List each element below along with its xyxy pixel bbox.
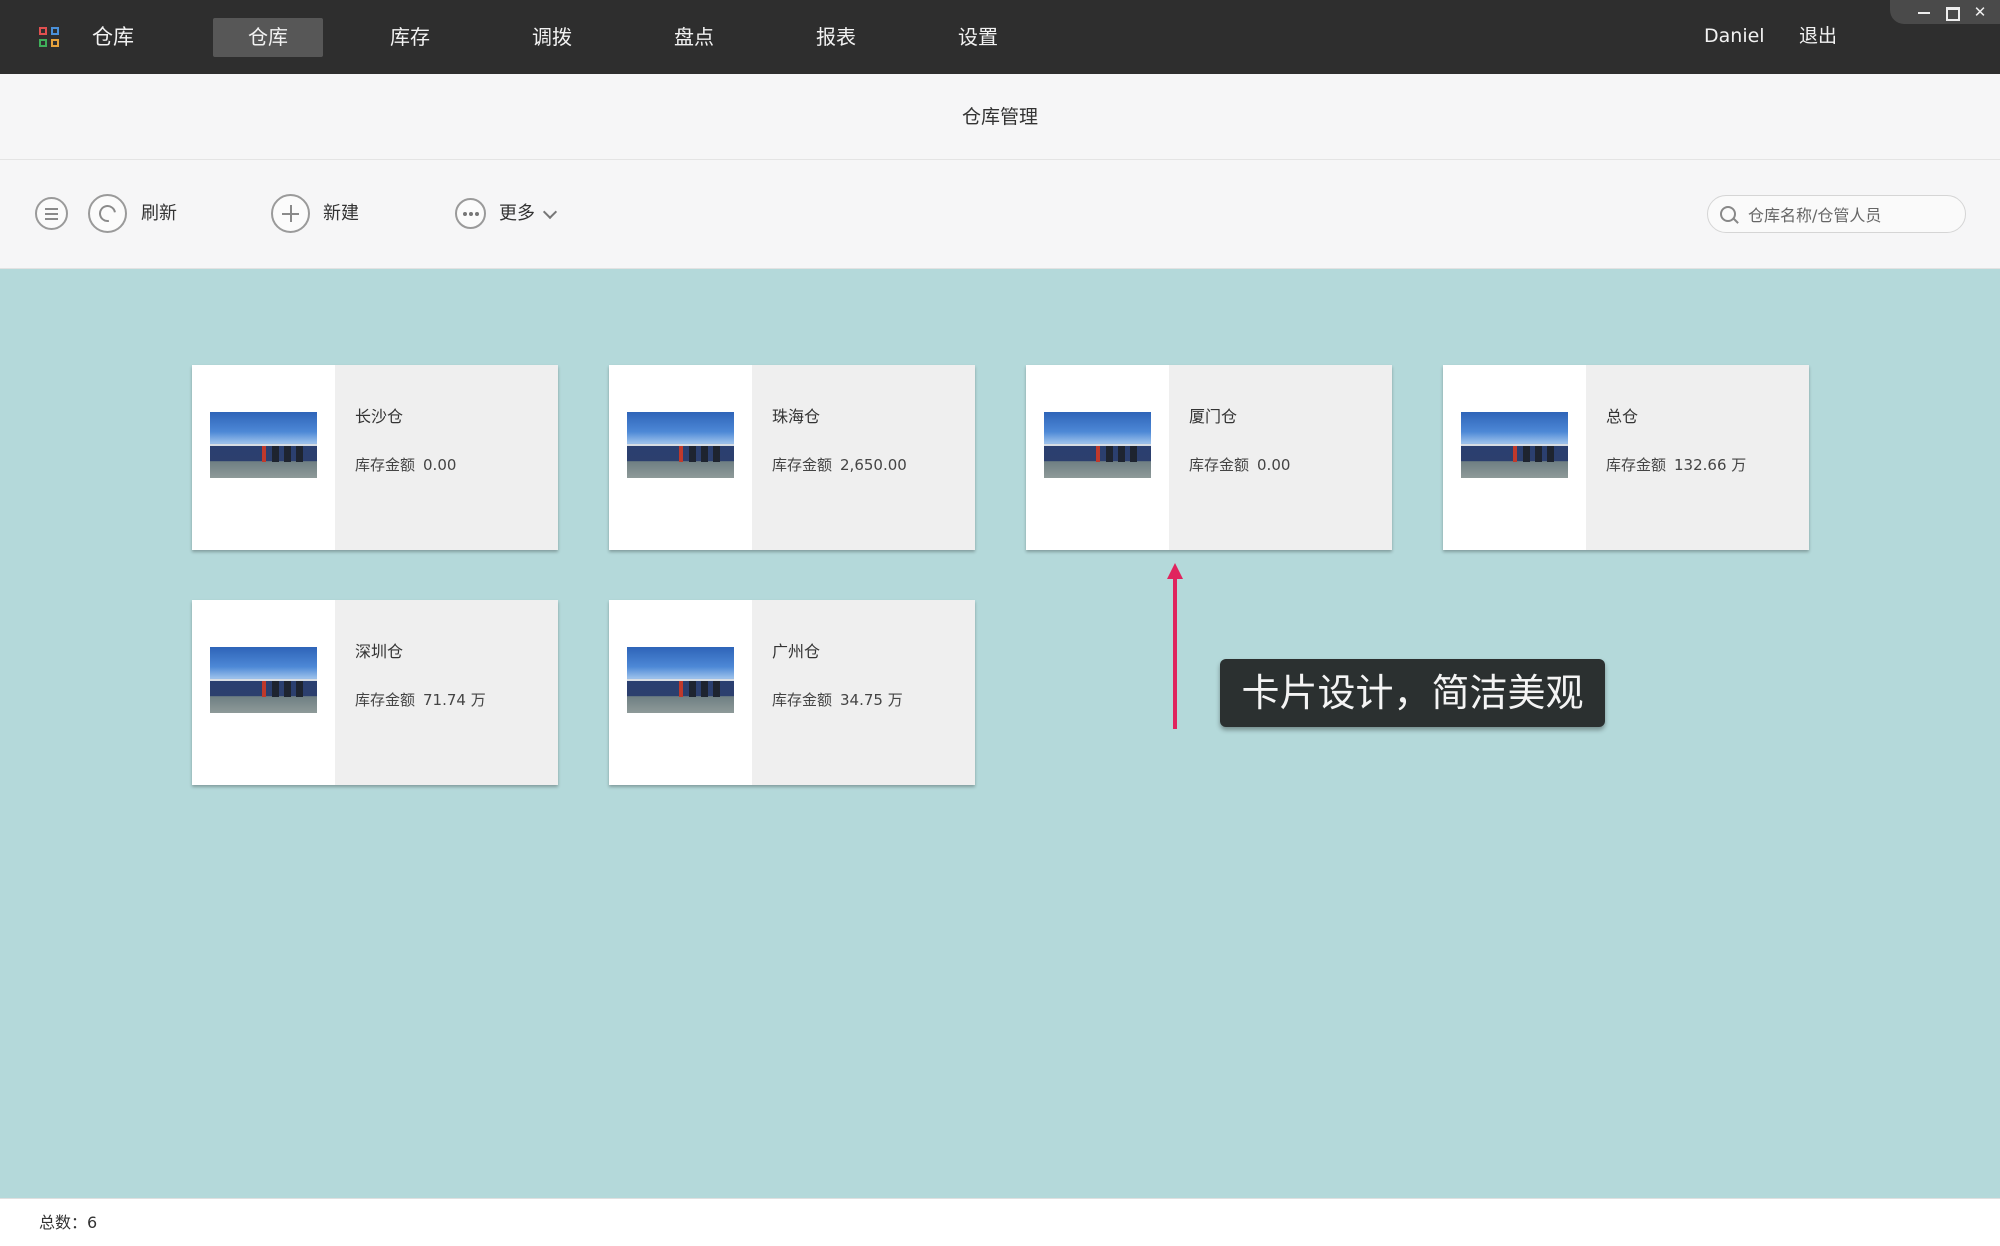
minimize-icon[interactable] [1914, 2, 1934, 22]
new-button[interactable]: 新建 [323, 201, 359, 227]
warehouse-card[interactable]: 珠海仓 库存金额 2,650.00 [609, 365, 975, 550]
card-thumbnail [192, 365, 335, 550]
search-input[interactable] [1746, 203, 1950, 227]
page-header: 仓库管理 [0, 74, 2000, 160]
main-nav: 仓库 库存 调拨 盘点 报表 设置 [213, 18, 1065, 57]
menu-icon[interactable] [35, 197, 68, 230]
amount-label: 库存金额 [355, 456, 416, 474]
warehouse-name: 厦门仓 [1189, 407, 1238, 426]
amount-value: 71.74 万 [423, 691, 486, 709]
amount-label: 库存金额 [772, 691, 833, 709]
warehouse-amount-row: 库存金额 0.00 [355, 453, 456, 477]
warehouse-name: 总仓 [1606, 407, 1639, 426]
warehouse-photo [627, 647, 734, 713]
warehouse-photo [1461, 412, 1568, 478]
amount-label: 库存金额 [772, 456, 833, 474]
warehouse-card[interactable]: 深圳仓 库存金额 71.74 万 [192, 600, 558, 785]
warehouse-photo [1044, 412, 1151, 478]
amount-value: 0.00 [423, 456, 457, 474]
nav-item-warehouse[interactable]: 仓库 [213, 18, 323, 57]
amount-value: 2,650.00 [840, 456, 907, 474]
card-thumbnail [1443, 365, 1586, 550]
plus-icon[interactable] [271, 194, 310, 233]
arrow-up-icon [1167, 563, 1183, 729]
warehouse-amount-row: 库存金额 2,650.00 [772, 453, 907, 477]
nav-item-stocktake[interactable]: 盘点 [639, 18, 749, 57]
warehouse-card[interactable]: 总仓 库存金额 132.66 万 [1443, 365, 1809, 550]
warehouse-card[interactable]: 长沙仓 库存金额 0.00 [192, 365, 558, 550]
warehouse-card[interactable]: 厦门仓 库存金额 0.00 [1026, 365, 1392, 550]
more-icon[interactable] [455, 198, 486, 229]
warehouse-photo [627, 412, 734, 478]
amount-label: 库存金额 [1189, 456, 1250, 474]
warehouse-card[interactable]: 广州仓 库存金额 34.75 万 [609, 600, 975, 785]
warehouse-photo [210, 647, 317, 713]
warehouse-amount-row: 库存金额 34.75 万 [772, 688, 903, 712]
window-controls: ✕ [1890, 0, 2000, 24]
toolbar: 刷新 新建 更多 [0, 160, 2000, 269]
amount-value: 34.75 万 [840, 691, 903, 709]
refresh-icon[interactable] [88, 194, 127, 233]
search-icon [1720, 206, 1736, 222]
top-bar: 仓库 仓库 库存 调拨 盘点 报表 设置 Daniel 退出 ✕ [0, 0, 2000, 74]
nav-item-inventory[interactable]: 库存 [355, 18, 465, 57]
card-thumbnail [192, 600, 335, 785]
amount-label: 库存金额 [1606, 456, 1667, 474]
user-name[interactable]: Daniel [1704, 22, 1765, 50]
search-box [1707, 195, 1966, 233]
grid-icon[interactable] [39, 27, 61, 49]
amount-value: 132.66 万 [1674, 456, 1747, 474]
warehouse-name: 珠海仓 [772, 407, 821, 426]
nav-item-settings[interactable]: 设置 [923, 18, 1033, 57]
warehouse-amount-row: 库存金额 0.00 [1189, 453, 1290, 477]
more-button[interactable]: 更多 [499, 201, 535, 227]
card-grid: 长沙仓 库存金额 0.00 珠海仓 库存金额 2,650.00 厦门仓 库存金额 0.… [0, 269, 2000, 1198]
chevron-down-icon[interactable] [542, 204, 558, 220]
logout-button[interactable]: 退出 [1799, 22, 1837, 50]
page-title: 仓库管理 [961, 106, 1038, 128]
card-thumbnail [609, 365, 752, 550]
callout-annotation: 卡片设计，简洁美观 [1220, 659, 1605, 727]
card-thumbnail [1026, 365, 1169, 550]
warehouse-amount-row: 库存金额 71.74 万 [355, 688, 486, 712]
refresh-button[interactable]: 刷新 [141, 201, 177, 227]
nav-item-reports[interactable]: 报表 [781, 18, 891, 57]
close-icon[interactable]: ✕ [1970, 2, 1990, 22]
card-thumbnail [609, 600, 752, 785]
nav-item-transfer[interactable]: 调拨 [497, 18, 607, 57]
warehouse-amount-row: 库存金额 132.66 万 [1606, 453, 1746, 477]
maximize-icon[interactable] [1942, 2, 1962, 22]
app-title: 仓库 [92, 25, 134, 49]
status-bar: 总数：6 [0, 1198, 2000, 1246]
warehouse-name: 深圳仓 [355, 642, 404, 661]
warehouse-photo [210, 412, 317, 478]
warehouse-name: 广州仓 [772, 642, 821, 661]
amount-value: 0.00 [1257, 456, 1291, 474]
total-count: 总数：6 [39, 1213, 98, 1232]
amount-label: 库存金额 [355, 691, 416, 709]
warehouse-name: 长沙仓 [355, 407, 404, 426]
